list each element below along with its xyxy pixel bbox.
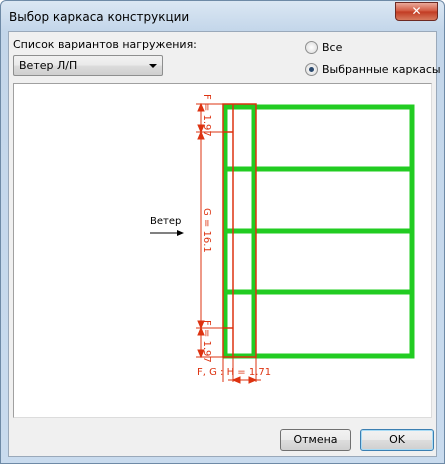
wind-arrow-icon — [150, 230, 184, 236]
radio-all-indicator — [305, 41, 318, 54]
radio-all-label: Все — [322, 41, 343, 54]
wind-label: Ветер — [150, 216, 181, 227]
close-button[interactable]: ✕ — [395, 2, 438, 21]
radio-selected-frames[interactable]: Выбранные каркасы — [305, 62, 441, 78]
dim-label-g: G = 16.1 — [201, 208, 212, 253]
ok-button[interactable]: OK — [360, 429, 434, 451]
frame-preview-canvas: F = 1.97 G = 16.1 F = 1.97 F, G : H = 1.… — [13, 83, 432, 418]
chevron-down-icon — [149, 64, 157, 68]
window-title: Выбор каркаса конструкции — [9, 10, 190, 24]
dim-label-f-top: F = 1.97 — [201, 94, 212, 137]
radio-all[interactable]: Все — [305, 40, 365, 56]
close-icon: ✕ — [411, 4, 422, 18]
radio-selected-frames-label: Выбранные каркасы — [322, 63, 441, 76]
radio-selected-frames-indicator — [305, 63, 318, 76]
dialog-client-area: Список вариантов нагружения: Ветер Л/П В… — [8, 31, 441, 457]
dim-label-f-bottom: F = 1.97 — [201, 320, 212, 363]
cancel-button[interactable]: Отмена — [280, 429, 351, 451]
load-case-dropdown[interactable]: Ветер Л/П — [13, 55, 163, 76]
title-bar[interactable]: Выбор каркаса конструкции ✕ — [1, 1, 444, 31]
frame-diagram: F = 1.97 G = 16.1 F = 1.97 F, G : H = 1.… — [150, 94, 415, 384]
dim-label-bottom: F, G : H = 1.71 — [197, 367, 271, 378]
frame-structure — [222, 104, 415, 359]
load-case-selected: Ветер Л/П — [19, 59, 78, 72]
dimension-labels: F = 1.97 G = 16.1 F = 1.97 — [201, 94, 212, 363]
dialog-window: Выбор каркаса конструкции ✕ Список вариа… — [0, 0, 445, 464]
load-list-label: Список вариантов нагружения: — [13, 38, 197, 51]
